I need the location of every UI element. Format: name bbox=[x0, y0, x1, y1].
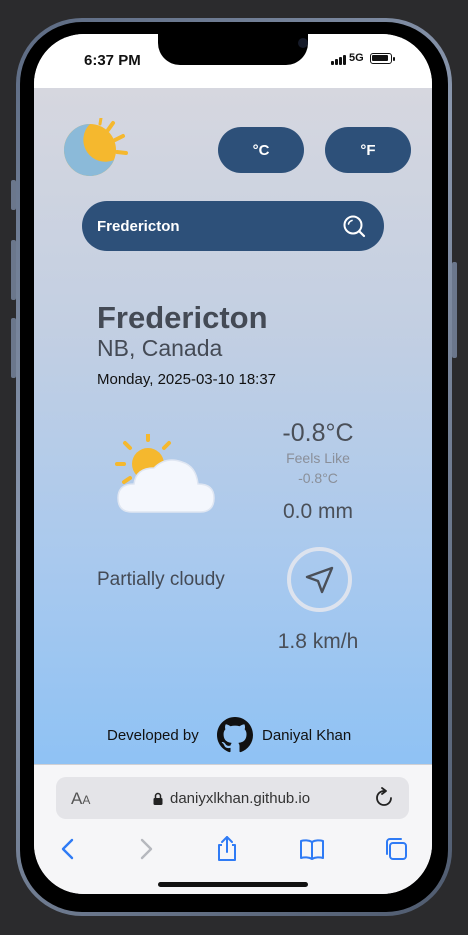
network-type: 5G bbox=[349, 52, 364, 64]
status-time: 6:37 PM bbox=[84, 52, 141, 69]
reload-icon[interactable] bbox=[373, 787, 395, 809]
phone-screen: 6:37 PM 5G °C °F Fredericton Fredericton… bbox=[34, 34, 432, 894]
text-size-button[interactable]: AA bbox=[71, 789, 90, 809]
battery-icon bbox=[370, 53, 395, 64]
weather-app: °C °F Fredericton NB, Canada Monday, 202… bbox=[34, 88, 432, 764]
search-bar bbox=[82, 201, 384, 251]
feels-like-value: -0.8°C bbox=[298, 470, 338, 486]
wind-direction-dial bbox=[287, 547, 352, 612]
fahrenheit-button[interactable]: °F bbox=[325, 127, 411, 173]
status-bar: 6:37 PM 5G bbox=[34, 34, 432, 88]
search-input[interactable] bbox=[97, 215, 327, 237]
weather-condition: Partially cloudy bbox=[97, 569, 225, 590]
volume-up-button bbox=[11, 240, 16, 300]
volume-down-button bbox=[11, 318, 16, 378]
wind-speed: 1.8 km/h bbox=[277, 630, 359, 653]
navigation-arrow-icon bbox=[305, 566, 334, 594]
developer-name[interactable]: Daniyal Khan bbox=[262, 727, 351, 744]
notch bbox=[158, 34, 308, 65]
browser-chrome: AA daniyxlkhan.github.io bbox=[34, 764, 432, 894]
feels-like-label: Feels Like bbox=[286, 450, 350, 466]
power-button bbox=[452, 262, 457, 358]
partly-cloudy-icon bbox=[115, 434, 215, 513]
tabs-icon[interactable] bbox=[382, 835, 410, 863]
forward-icon[interactable] bbox=[132, 835, 160, 863]
lock-icon bbox=[153, 792, 163, 805]
share-icon[interactable] bbox=[213, 835, 241, 863]
search-icon[interactable] bbox=[342, 214, 366, 238]
github-icon[interactable] bbox=[217, 717, 253, 753]
signal-icon bbox=[331, 55, 347, 65]
date-time: Monday, 2025-03-10 18:37 bbox=[97, 371, 277, 388]
back-icon[interactable] bbox=[54, 835, 82, 863]
temperature: -0.8°C bbox=[282, 419, 354, 447]
developed-by-label: Developed by bbox=[107, 727, 199, 744]
mute-switch bbox=[11, 180, 16, 210]
camera-icon bbox=[298, 38, 308, 48]
home-indicator[interactable] bbox=[158, 882, 308, 887]
bookmarks-icon[interactable] bbox=[298, 835, 326, 863]
url-text: daniyxlkhan.github.io bbox=[170, 790, 311, 807]
address-bar[interactable]: AA daniyxlkhan.github.io bbox=[56, 777, 409, 819]
precipitation: 0.0 mm bbox=[282, 500, 353, 523]
celsius-button[interactable]: °C bbox=[218, 127, 304, 173]
app-logo-icon bbox=[64, 118, 128, 176]
region-name: NB, Canada bbox=[97, 335, 223, 361]
city-name: Fredericton bbox=[97, 300, 268, 335]
